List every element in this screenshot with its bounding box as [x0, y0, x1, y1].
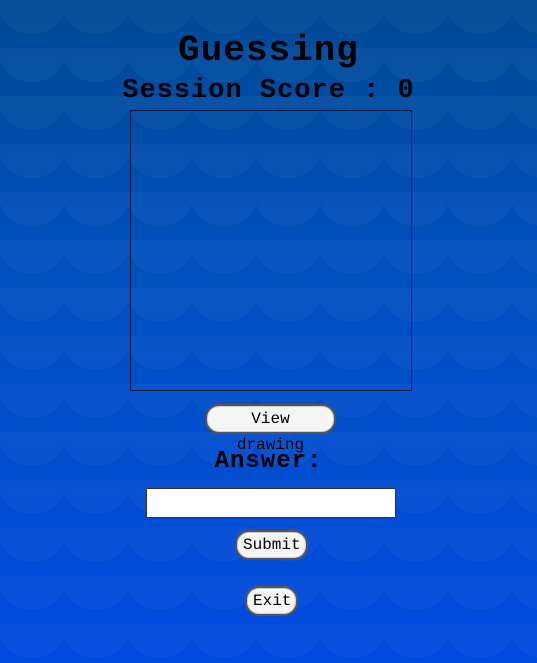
- answer-input[interactable]: [146, 488, 396, 518]
- session-score-label: Session Score :: [122, 76, 398, 106]
- page-title: Guessing: [178, 30, 359, 71]
- session-score: Session Score : 0: [0, 76, 537, 106]
- drawing-canvas[interactable]: [130, 110, 412, 391]
- session-score-value: 0: [397, 76, 415, 106]
- view-drawing-button[interactable]: View drawing: [205, 404, 336, 454]
- submit-button[interactable]: Submit: [235, 530, 308, 560]
- answer-label: Answer:: [214, 448, 323, 475]
- exit-button[interactable]: Exit: [245, 586, 298, 616]
